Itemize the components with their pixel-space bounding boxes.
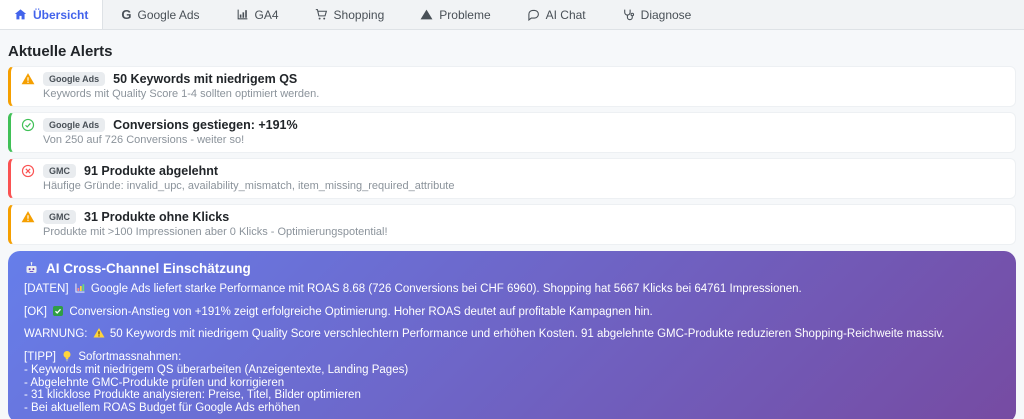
- shopping-cart-icon: [315, 8, 328, 21]
- bar-chart-icon: [236, 8, 249, 21]
- alert-title: 31 Produkte ohne Klicks: [84, 210, 230, 224]
- tab-google-ads[interactable]: G Google Ads: [103, 0, 217, 29]
- alert-source-badge: Google Ads: [43, 118, 106, 132]
- warning-emoji-icon: [93, 327, 105, 339]
- alert-description: Keywords mit Quality Score 1-4 sollten o…: [43, 88, 320, 100]
- success-check-icon: [21, 118, 35, 132]
- tab-label: GA4: [254, 7, 279, 22]
- tab-probleme[interactable]: Probleme: [402, 0, 508, 29]
- error-x-icon: [21, 164, 35, 178]
- ai-insight-daten: [DATEN] Google Ads liefert starke Perfor…: [24, 282, 802, 295]
- tab-ga4[interactable]: GA4: [218, 0, 297, 29]
- alert-products-rejected[interactable]: GMC 91 Produkte abgelehnt Häufige Gründe…: [8, 158, 1016, 199]
- alert-source-badge: GMC: [43, 210, 76, 224]
- tab-label: Diagnose: [640, 7, 692, 22]
- tab-diagnose[interactable]: Diagnose: [604, 0, 710, 29]
- tab-ai-chat[interactable]: AI Chat: [509, 0, 604, 29]
- alert-title: 91 Produkte abgelehnt: [84, 164, 219, 178]
- google-g-icon: G: [121, 7, 132, 22]
- tab-shopping[interactable]: Shopping: [297, 0, 403, 29]
- home-icon: [14, 8, 27, 21]
- alert-description: Von 250 auf 726 Conversions - weiter so!: [43, 134, 245, 146]
- alert-description: Häufige Gründe: invalid_upc, availabilit…: [43, 180, 455, 192]
- ai-insight-ok: [OK] Conversion-Anstieg von +191% zeigt …: [24, 305, 653, 318]
- ai-panel-title: AI Cross-Channel Einschätzung: [46, 261, 251, 276]
- tab-label: Shopping: [333, 7, 385, 22]
- bar-chart-emoji-icon: [74, 282, 86, 294]
- alert-source-badge: Google Ads: [43, 72, 106, 86]
- warning-triangle-icon: [420, 8, 433, 21]
- alerts-heading: Aktuelle Alerts: [8, 43, 113, 60]
- alert-products-no-clicks[interactable]: GMC 31 Produkte ohne Klicks Produkte mit…: [8, 204, 1016, 245]
- chat-bubble-icon: [527, 8, 540, 21]
- warning-icon: [21, 210, 35, 224]
- alert-conversions-up[interactable]: Google Ads Conversions gestiegen: +191% …: [8, 112, 1016, 153]
- alert-title: 50 Keywords mit niedrigem QS: [113, 72, 298, 86]
- ai-tip-item: - 31 klicklose Produkte analysieren: Pre…: [24, 389, 361, 401]
- main-content: Aktuelle Alerts Google Ads 50 Keywords m…: [0, 43, 1024, 419]
- tab-label: Übersicht: [33, 7, 89, 22]
- tab-uebersicht[interactable]: Übersicht: [0, 0, 104, 29]
- alert-source-badge: GMC: [43, 164, 76, 178]
- alert-title: Conversions gestiegen: +191%: [113, 118, 298, 132]
- ai-tip-item: - Keywords mit niedrigem QS überarbeiten…: [24, 364, 409, 376]
- robot-icon: [24, 261, 39, 276]
- warning-icon: [21, 72, 35, 86]
- ai-insight-warnung: WARNUNG: 50 Keywords mit niedrigem Quali…: [24, 327, 945, 340]
- tab-label: Probleme: [439, 7, 491, 22]
- ai-insight-tipp: [TIPP] Sofortmassnahmen:: [24, 350, 182, 363]
- ai-tip-item: - Abgelehnte GMC-Produkte prüfen und kor…: [24, 376, 285, 389]
- tab-label: Google Ads: [137, 7, 200, 22]
- alert-low-qs-keywords[interactable]: Google Ads 50 Keywords mit niedrigem QS …: [8, 66, 1016, 107]
- ai-tip-item: - Bei aktuellem ROAS Budget für Google A…: [24, 401, 301, 414]
- tab-bar: Übersicht G Google Ads GA4 Shopping Prob…: [0, 0, 1024, 30]
- tab-label: AI Chat: [545, 7, 586, 22]
- check-mark-emoji-icon: [52, 305, 64, 317]
- alert-description: Produkte mit >100 Impressionen aber 0 Kl…: [43, 226, 388, 238]
- ai-cross-channel-panel: AI Cross-Channel Einschätzung [DATEN] Go…: [8, 251, 1016, 419]
- stethoscope-icon: [622, 8, 635, 21]
- light-bulb-emoji-icon: [61, 350, 73, 362]
